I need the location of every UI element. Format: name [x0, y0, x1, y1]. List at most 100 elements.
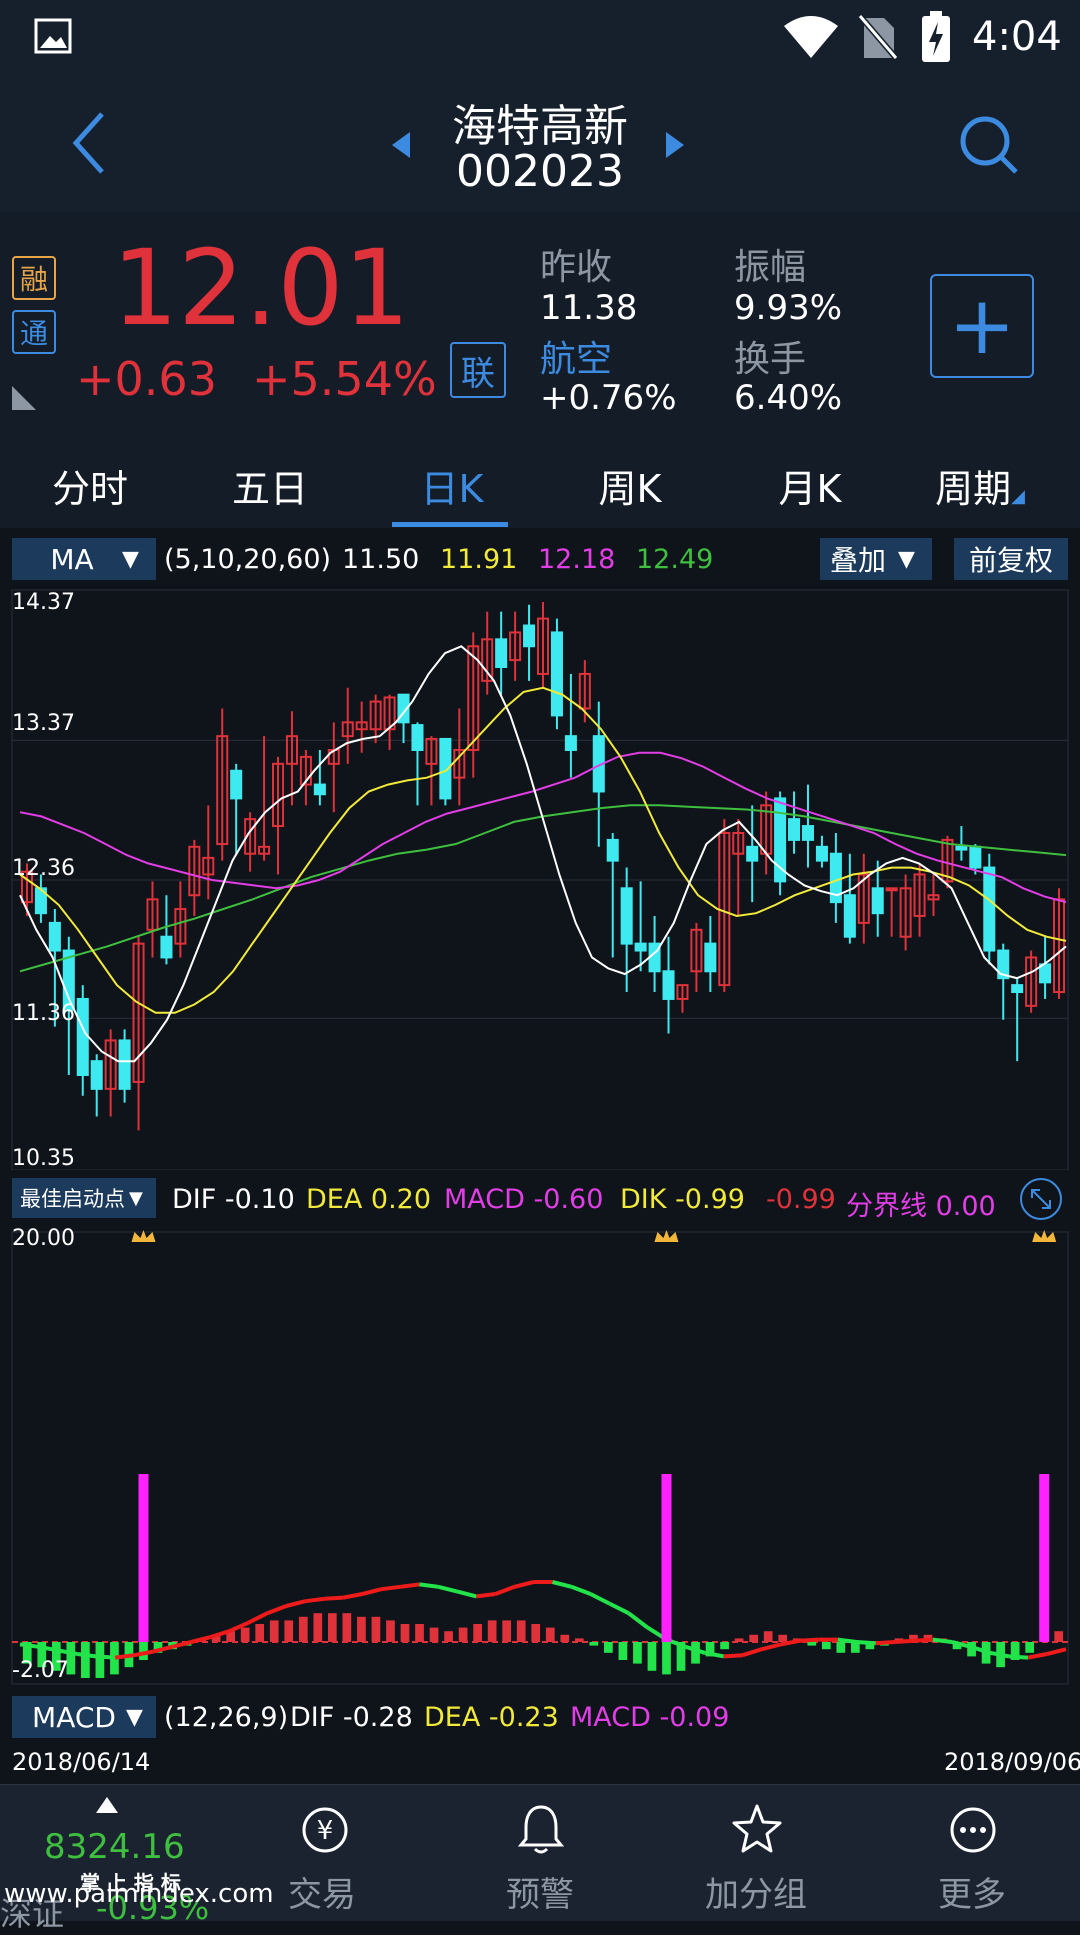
- macd-histogram-bar: [618, 1642, 628, 1660]
- macd-histogram-bar: [284, 1620, 294, 1642]
- candle: [523, 604, 536, 681]
- period-dropdown-icon: ◢: [1011, 486, 1025, 507]
- tab-daily-k[interactable]: 日K: [372, 458, 532, 513]
- back-arrow-icon[interactable]: [70, 108, 110, 178]
- dif-segment: [742, 1647, 763, 1658]
- bottom-nav: 8324.16 掌 上 指 标 深证 -0.93% ¥ 交易 预警 加分组 更多…: [0, 1784, 1080, 1933]
- macd-histogram-bar: [255, 1624, 265, 1642]
- linkage-button[interactable]: 联: [450, 342, 506, 398]
- ma10-value: 11.91: [440, 544, 518, 575]
- candle-body: [313, 783, 326, 796]
- macd-histogram-bar: [473, 1624, 482, 1642]
- ma-selector[interactable]: MA ▼: [12, 538, 156, 580]
- dif-segment: [837, 1637, 858, 1644]
- tab-period-label: 周期: [935, 467, 1012, 511]
- sector-label[interactable]: 航空: [540, 330, 612, 382]
- chevron-down-icon: ▼: [122, 546, 139, 572]
- candle-body: [160, 935, 173, 959]
- macd-histogram-bar: [633, 1642, 642, 1664]
- date-start: 2018/06/14: [12, 1748, 151, 1776]
- stock-header: 海特高新 002023: [0, 78, 1080, 214]
- ma60-value: 12.49: [636, 544, 714, 575]
- tab-period[interactable]: 周期◢: [900, 458, 1060, 513]
- amplitude-value: 9.93%: [734, 288, 843, 328]
- candlestick-chart: [11, 589, 1069, 1170]
- tab-monthly-k[interactable]: 月K: [730, 458, 890, 513]
- macd-histogram-bar: [81, 1642, 90, 1678]
- tab-five-day[interactable]: 五日: [190, 458, 350, 513]
- ind-boundary: 分界线 0.00: [846, 1191, 996, 1222]
- dif-segment: [133, 1649, 154, 1658]
- dif-segment: [95, 1654, 116, 1660]
- dif-segment: [552, 1580, 573, 1589]
- prev-close-label: 昨收: [540, 247, 613, 288]
- macd-dea: DEA -0.23: [424, 1702, 559, 1733]
- candle-body: [76, 997, 89, 1077]
- macd-histogram-bar: [95, 1642, 105, 1678]
- candle: [913, 863, 926, 937]
- macd-histogram-bar: [386, 1620, 395, 1642]
- ind-macd: MACD -0.60: [444, 1184, 604, 1215]
- dif-segment: [627, 1611, 649, 1630]
- macd-histogram-bar: [502, 1620, 512, 1642]
- ma5-value: 11.50: [342, 544, 420, 575]
- candle-body: [48, 921, 61, 952]
- candle-body: [564, 735, 577, 751]
- status-bar: 4:04: [0, 0, 1080, 78]
- dif-segment: [342, 1592, 363, 1600]
- macd-params: (12,26,9): [164, 1702, 289, 1733]
- ind-axis-top: 20.00: [12, 1226, 75, 1251]
- overlay-selector[interactable]: 叠加 ▼: [820, 538, 932, 580]
- macd-histogram-bar: [357, 1616, 366, 1642]
- candle: [327, 722, 340, 813]
- dif-segment: [856, 1640, 876, 1646]
- nav-add-group[interactable]: 加分组: [656, 1785, 856, 1921]
- prev-close-value: 11.38: [540, 288, 638, 328]
- candle: [815, 835, 828, 868]
- next-stock-icon[interactable]: [664, 130, 686, 160]
- expand-icon[interactable]: [1018, 1176, 1064, 1222]
- dif-segment: [400, 1582, 420, 1589]
- macd-histogram-bar: [720, 1642, 729, 1650]
- candle: [760, 791, 773, 875]
- tab-weekly-k[interactable]: 周K: [550, 458, 710, 513]
- macd-histogram-bar: [531, 1624, 541, 1642]
- candle: [788, 791, 801, 854]
- ind-axis-bottom: -2.07: [12, 1658, 69, 1683]
- candle: [829, 832, 842, 923]
- candle: [355, 701, 368, 753]
- add-watchlist-button[interactable]: +: [930, 274, 1034, 378]
- dif-segment: [476, 1592, 496, 1599]
- candle: [774, 791, 787, 896]
- dif-segment: [324, 1595, 344, 1601]
- candle: [202, 805, 215, 900]
- indicator-selector[interactable]: 最佳启动点 ▼: [12, 1178, 156, 1218]
- nav-alert[interactable]: 预警: [440, 1785, 640, 1921]
- up-triangle-icon: [96, 1797, 118, 1813]
- yen-circle-icon: ¥: [302, 1807, 348, 1853]
- nav-more-label: 更多: [938, 1875, 1006, 1915]
- macd-histogram-bar: [545, 1627, 555, 1642]
- search-icon[interactable]: [958, 114, 1020, 176]
- candle: [676, 984, 689, 1013]
- index-value: 8324.16: [44, 1827, 185, 1867]
- adjust-button[interactable]: 前复权: [954, 538, 1068, 580]
- watermark: www.palmindex.com: [4, 1879, 274, 1909]
- macd-histogram-bar: [516, 1620, 526, 1642]
- candle: [536, 602, 550, 688]
- dif-segment: [1046, 1647, 1067, 1656]
- candle: [271, 756, 285, 875]
- nav-add-group-label: 加分组: [705, 1875, 807, 1915]
- candle: [146, 881, 159, 958]
- turnover-label: 换手: [734, 339, 807, 380]
- dif-segment: [932, 1637, 953, 1644]
- candle: [118, 1029, 131, 1103]
- macd-selector[interactable]: MACD ▼: [12, 1696, 156, 1738]
- macd-histogram-bar: [313, 1613, 323, 1642]
- dif-segment: [989, 1650, 1010, 1659]
- tab-intraday[interactable]: 分时: [10, 458, 170, 513]
- nav-more[interactable]: 更多: [872, 1785, 1072, 1921]
- dif-segment: [114, 1653, 135, 1660]
- price-change: +0.63: [76, 352, 217, 406]
- indicator-bar: 最佳启动点 ▼ DIF -0.10 DEA 0.20 MACD -0.60 DI…: [0, 1170, 1080, 1226]
